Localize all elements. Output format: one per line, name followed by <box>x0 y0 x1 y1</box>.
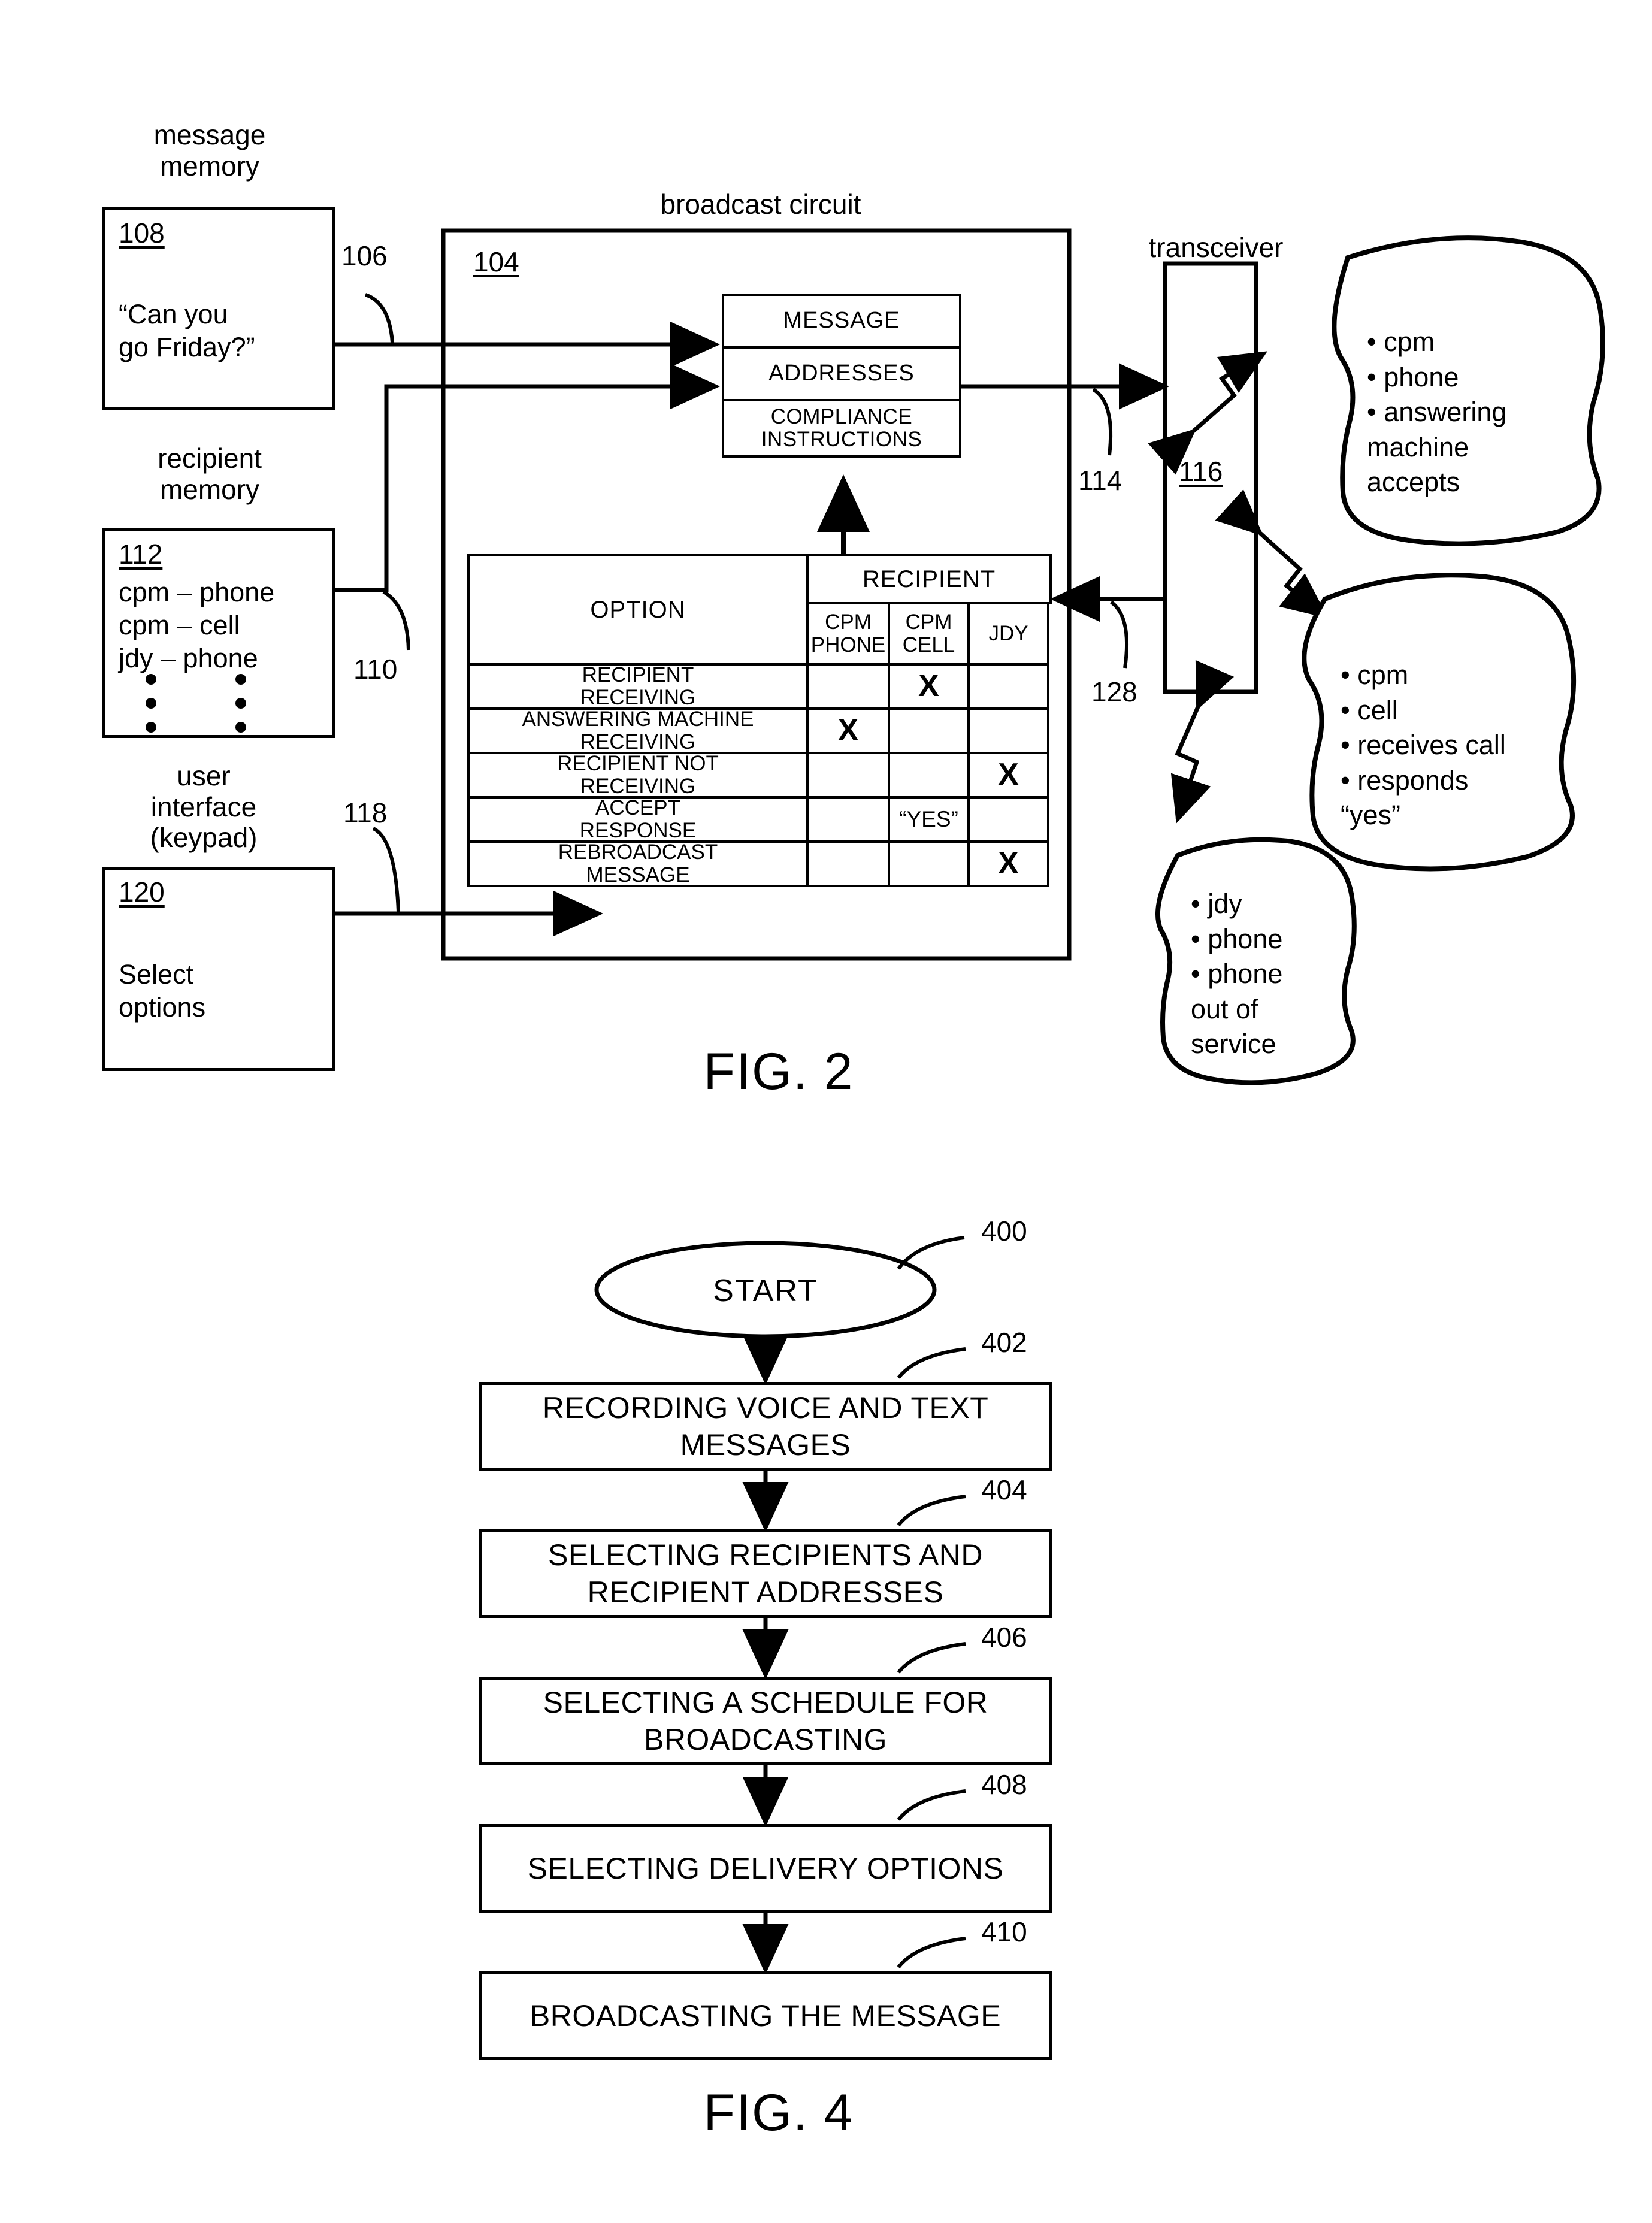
flow-ref-402: 402 <box>981 1327 1027 1358</box>
flow-step-408: SELECTING DELIVERY OPTIONS <box>479 1824 1052 1913</box>
flow-start-label: START <box>713 1274 818 1308</box>
flow-step-404: SELECTING RECIPIENTS AND RECIPIENT ADDRE… <box>479 1529 1052 1618</box>
flow-step-402: RECORDING VOICE AND TEXT MESSAGES <box>479 1382 1052 1471</box>
flow-ref-406: 406 <box>981 1622 1027 1653</box>
figure-caption-4: FIG. 4 <box>703 2084 854 2142</box>
flow-ref-408: 408 <box>981 1769 1027 1800</box>
flow-ref-404: 404 <box>981 1474 1027 1505</box>
flow-ref-410: 410 <box>981 1916 1027 1947</box>
flow-step-406: SELECTING A SCHEDULE FOR BROADCASTING <box>479 1677 1052 1765</box>
flow-step-410: BROADCASTING THE MESSAGE <box>479 1971 1052 2060</box>
flow-ref-400: 400 <box>981 1215 1027 1247</box>
